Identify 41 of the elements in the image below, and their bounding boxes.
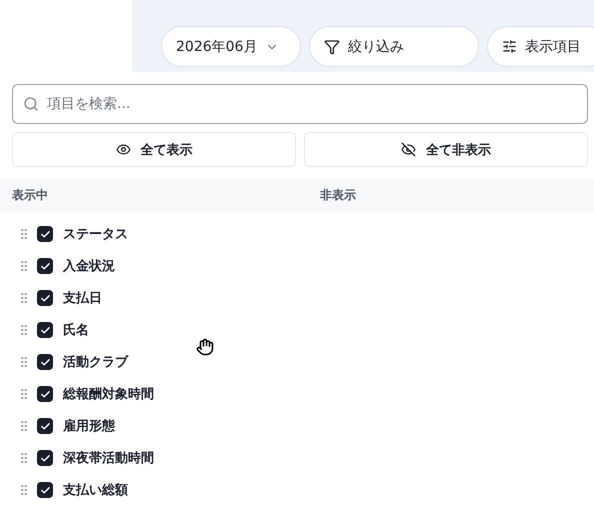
check-icon	[40, 452, 50, 464]
show-all-button[interactable]: 全て表示	[12, 132, 296, 167]
column-label: 深夜帯活動時間	[63, 450, 154, 467]
checkbox[interactable]	[37, 258, 53, 274]
check-icon	[40, 388, 50, 400]
hide-all-button[interactable]: 全て非表示	[304, 132, 588, 167]
column-label: 総報酬対象時間	[63, 386, 154, 403]
month-dropdown[interactable]: 2026年06月	[161, 26, 301, 67]
column-header: 表示中	[12, 186, 48, 204]
check-icon	[40, 292, 50, 304]
columns-button[interactable]: 表示項目	[487, 26, 594, 67]
column-label: 氏名	[63, 322, 89, 339]
check-icon	[40, 356, 50, 368]
filter-icon	[324, 38, 340, 54]
search-field[interactable]: 項目を検索...	[12, 84, 588, 124]
checkbox[interactable]	[37, 482, 53, 498]
check-icon	[40, 228, 50, 240]
eye-icon	[116, 142, 130, 157]
checkbox[interactable]	[37, 386, 53, 402]
sliders-icon	[502, 39, 517, 54]
column-label: 支払い総額	[63, 482, 128, 499]
checkbox[interactable]	[37, 322, 53, 338]
filter-button[interactable]: 絞り込み	[309, 26, 479, 67]
column-header: 非表示	[320, 186, 356, 204]
checkbox[interactable]	[37, 290, 53, 306]
checkbox[interactable]	[37, 418, 53, 434]
checkbox[interactable]	[37, 354, 53, 370]
check-icon	[40, 324, 50, 336]
column-label: 支払日	[63, 290, 102, 307]
checkbox[interactable]	[37, 450, 53, 466]
checkbox[interactable]	[37, 226, 53, 242]
column-label: 活動クラブ	[63, 354, 128, 371]
check-icon	[40, 260, 50, 272]
check-icon	[40, 484, 50, 496]
column-label: ステータス	[63, 226, 128, 243]
hand-cursor-icon	[196, 338, 214, 356]
column-label: 入金状況	[63, 258, 115, 275]
check-icon	[40, 420, 50, 432]
search-icon	[23, 96, 39, 112]
eye-off-icon	[401, 142, 416, 157]
column-label: 雇用形態	[63, 418, 115, 435]
